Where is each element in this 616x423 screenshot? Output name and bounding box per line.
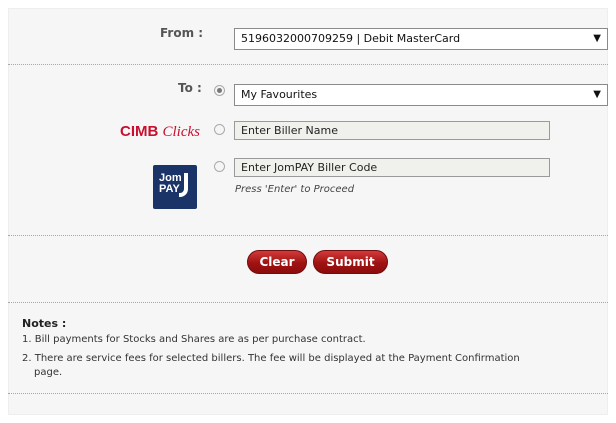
dropdown-arrow-icon: ▼ — [593, 89, 601, 100]
enter-hint: Press 'Enter' to Proceed — [235, 184, 355, 195]
divider — [8, 393, 608, 394]
cimb-logo-text: CIMB — [120, 123, 159, 140]
from-account-select[interactable]: 5196032000709259 | Debit MasterCard ▼ — [234, 28, 608, 50]
from-account-value: 5196032000709259 | Debit MasterCard — [241, 32, 461, 45]
cimb-clicks-logo: CIMB Clicks — [120, 123, 200, 141]
divider — [8, 235, 608, 236]
jompay-logo-bottom: PAY — [159, 183, 180, 195]
jompay-logo-hook — [179, 173, 188, 197]
divider — [8, 302, 608, 303]
to-label: To : — [178, 81, 202, 95]
clear-button[interactable]: Clear — [247, 250, 307, 274]
jompay-code-input[interactable]: Enter JomPAY Biller Code — [234, 158, 550, 177]
jompay-logo: Jom PAY — [153, 165, 197, 209]
note-item: 1. Bill payments for Stocks and Shares a… — [22, 334, 366, 345]
notes-title: Notes : — [22, 317, 67, 330]
note-item-continuation: page. — [34, 367, 63, 378]
submit-button[interactable]: Submit — [313, 250, 388, 274]
clicks-logo-text: Clicks — [162, 124, 201, 140]
radio-jompay[interactable] — [214, 161, 225, 172]
radio-biller-name[interactable] — [214, 124, 225, 135]
biller-name-input[interactable]: Enter Biller Name — [234, 121, 550, 140]
from-label: From : — [160, 26, 204, 40]
note-item: 2. There are service fees for selected b… — [22, 353, 520, 364]
dropdown-arrow-icon: ▼ — [593, 33, 601, 44]
favourites-select[interactable]: My Favourites ▼ — [234, 84, 608, 106]
radio-favourites[interactable] — [214, 85, 225, 96]
divider — [8, 64, 608, 65]
favourites-value: My Favourites — [241, 88, 318, 101]
